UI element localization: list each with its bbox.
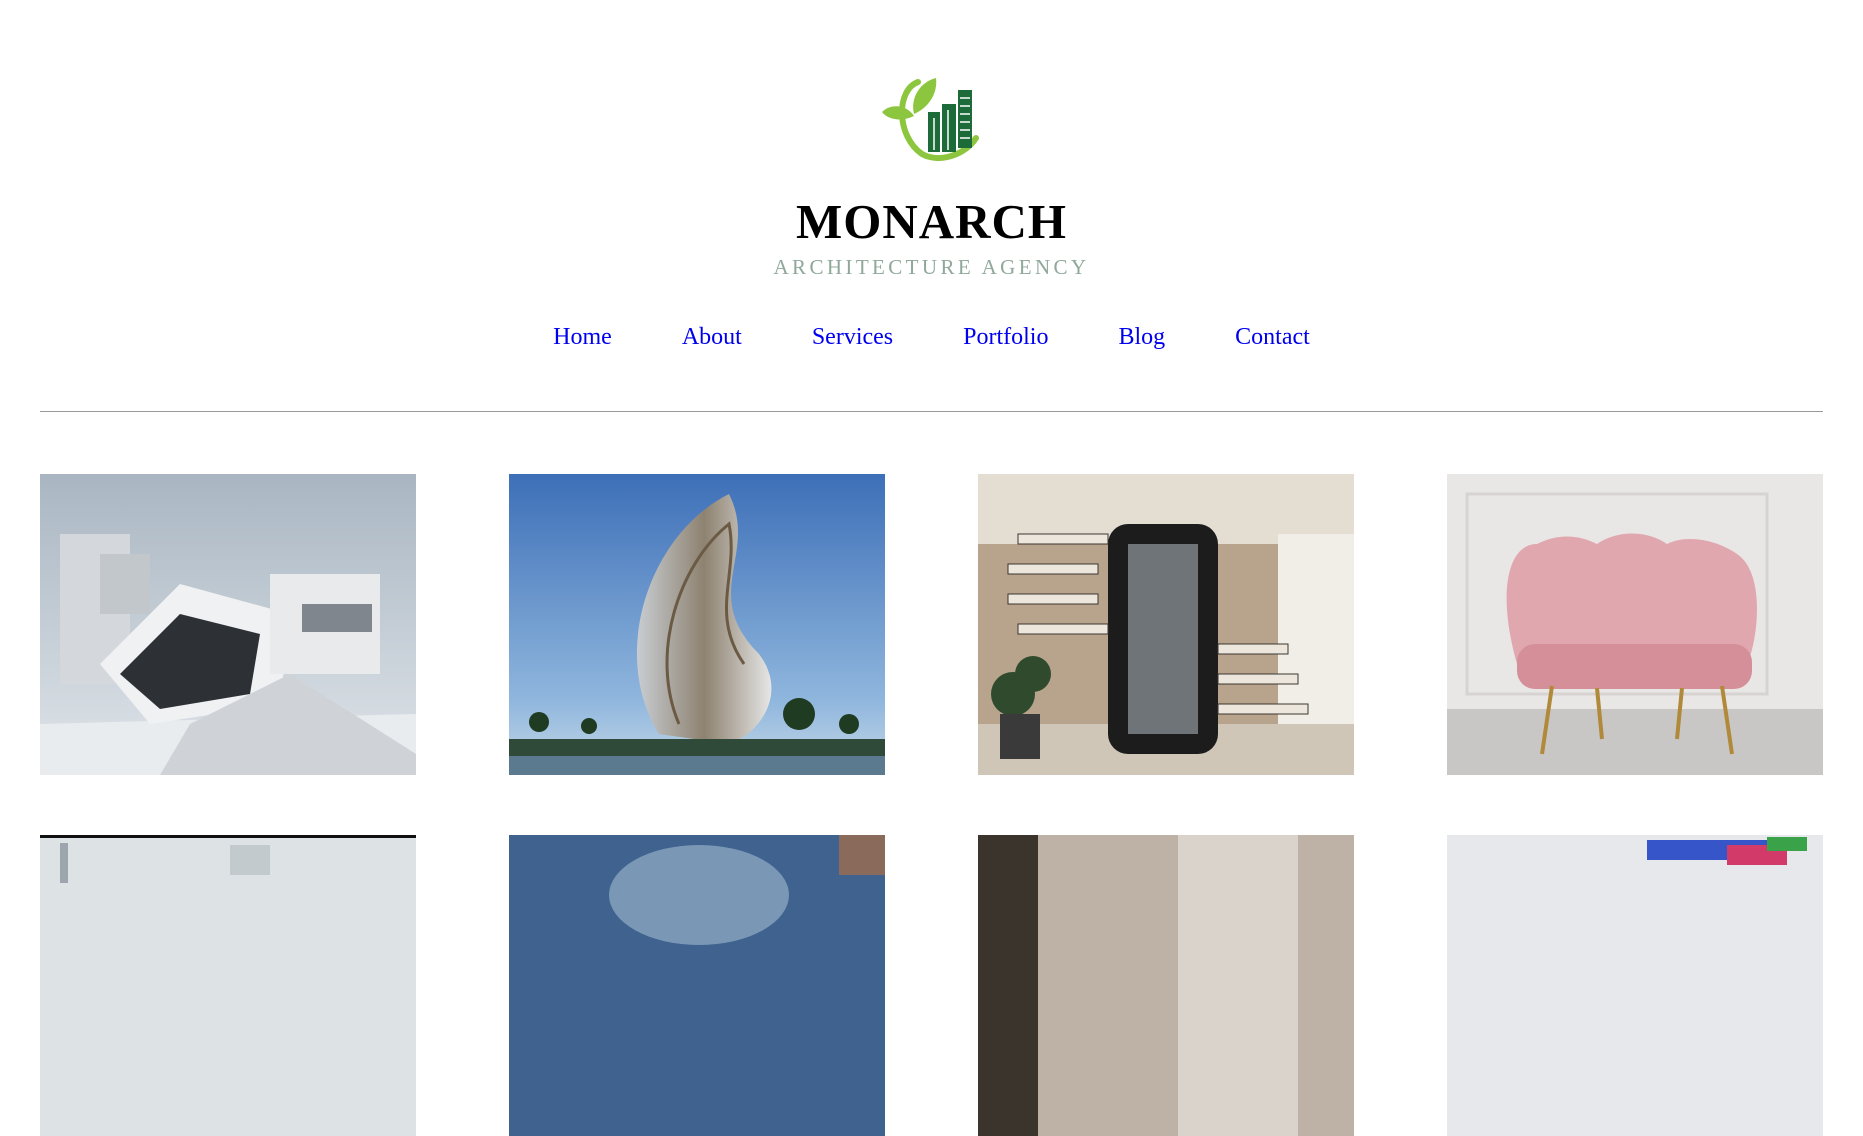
gallery-image-spiral-staircase[interactable]: [978, 474, 1354, 775]
gallery-image-modern-house[interactable]: [40, 474, 416, 775]
gallery-image-pink-armchair[interactable]: [1447, 474, 1823, 775]
nav-link-contact[interactable]: Contact: [1235, 322, 1310, 352]
nav-link-portfolio[interactable]: Portfolio: [963, 322, 1048, 352]
header-divider: [40, 411, 1823, 412]
gallery-image-beige-room[interactable]: [978, 835, 1354, 1136]
leaf-building-logo[interactable]: [878, 76, 984, 162]
gallery-image-twisted-tower[interactable]: [509, 474, 885, 775]
nav-link-blog[interactable]: Blog: [1118, 322, 1165, 352]
nav-link-about[interactable]: About: [682, 322, 742, 352]
nav-link-services[interactable]: Services: [812, 322, 893, 352]
brand-name: MONARCH: [795, 194, 1068, 249]
gallery-image-interior[interactable]: [40, 835, 416, 1136]
gallery-image-colorful-objects[interactable]: [1447, 835, 1823, 1136]
main-nav: Home About Services Portfolio Blog Conta…: [0, 322, 1863, 352]
nav-link-home[interactable]: Home: [553, 322, 612, 352]
gallery-image-glass-dome[interactable]: [509, 835, 885, 1136]
brand-tagline: ARCHITECTURE AGENCY: [773, 255, 1090, 279]
